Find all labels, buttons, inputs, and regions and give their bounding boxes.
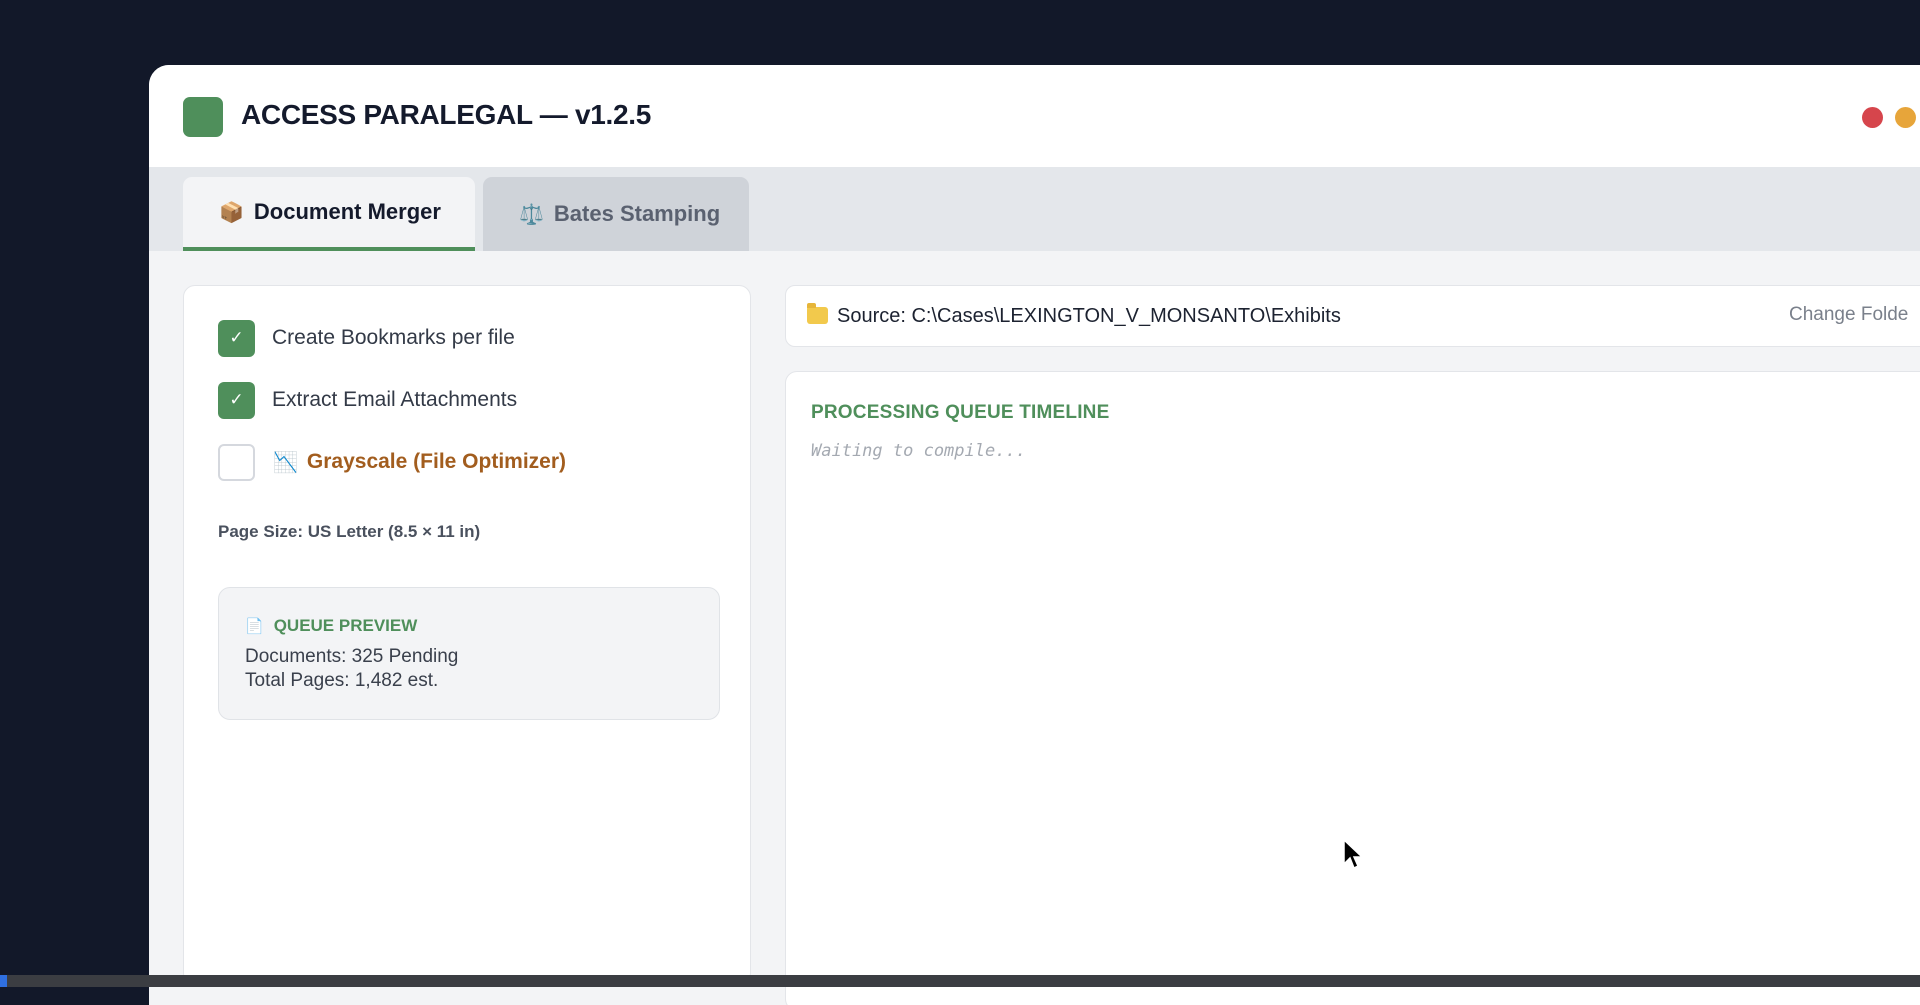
mouse-pointer-icon	[1343, 838, 1364, 870]
close-window-button[interactable]	[1862, 107, 1883, 128]
tab-document-merger[interactable]: 📦 Document Merger	[183, 177, 475, 251]
desktop-background: ACCESS PARALEGAL — v1.2.5 📦 Document Mer…	[0, 0, 1920, 1005]
option-label: Create Bookmarks per file	[272, 326, 515, 349]
source-folder-bar: Source: C:\Cases\LEXINGTON_V_MONSANTO\Ex…	[785, 285, 1920, 347]
taskbar	[0, 975, 1920, 987]
taskbar-start-indicator	[0, 975, 7, 987]
tab-label: Bates Stamping	[553, 201, 721, 226]
timeline-status: Waiting to compile...	[811, 441, 1026, 461]
queue-preview-header: 📄 QUEUE PREVIEW	[245, 616, 417, 636]
option-grayscale[interactable]: 📉 Grayscale (File Optimizer)	[218, 443, 567, 481]
queue-total-pages: Total Pages: 1,482 est.	[245, 670, 439, 691]
queue-preview-card: 📄 QUEUE PREVIEW Documents: 325 Pending T…	[218, 587, 720, 720]
package-icon: 📦	[219, 201, 244, 224]
options-panel: ✓ Create Bookmarks per file ✓ Extract Em…	[183, 285, 751, 985]
extract-attachments-checkbox[interactable]: ✓	[218, 381, 255, 419]
app-logo	[183, 97, 223, 137]
timeline-title: PROCESSING QUEUE TIMELINE	[811, 402, 1110, 423]
option-label: Grayscale (File Optimizer)	[306, 450, 567, 473]
grayscale-checkbox[interactable]	[218, 443, 255, 481]
change-folder-button[interactable]: Change Folde	[1789, 304, 1908, 326]
minimize-window-button[interactable]	[1895, 107, 1916, 128]
scales-icon: ⚖️	[519, 203, 544, 226]
title-bar: ACCESS PARALEGAL — v1.2.5	[149, 65, 1920, 167]
create-bookmarks-checkbox[interactable]: ✓	[218, 319, 255, 357]
app-window: ACCESS PARALEGAL — v1.2.5 📦 Document Mer…	[149, 65, 1920, 1005]
tab-bates-stamping[interactable]: ⚖️ Bates Stamping	[483, 177, 749, 251]
app-title: ACCESS PARALEGAL — v1.2.5	[241, 99, 652, 130]
main-content: ✓ Create Bookmarks per file ✓ Extract Em…	[149, 251, 1920, 1005]
folder-icon	[807, 303, 828, 324]
option-extract-attachments[interactable]: ✓ Extract Email Attachments	[218, 381, 518, 419]
option-label: Extract Email Attachments	[272, 388, 518, 411]
source-path: Source: C:\Cases\LEXINGTON_V_MONSANTO\Ex…	[837, 305, 1341, 327]
tab-strip: 📦 Document Merger ⚖️ Bates Stamping	[149, 167, 1920, 251]
option-create-bookmarks[interactable]: ✓ Create Bookmarks per file	[218, 319, 515, 357]
processing-timeline-panel: PROCESSING QUEUE TIMELINE Waiting to com…	[785, 371, 1920, 1005]
chart-decreasing-icon: 📉	[273, 451, 298, 474]
queue-preview-title: QUEUE PREVIEW	[273, 616, 418, 635]
page-size-label: Page Size: US Letter (8.5 × 11 in)	[218, 522, 481, 541]
tab-label: Document Merger	[253, 199, 441, 224]
queue-documents-count: Documents: 325 Pending	[245, 646, 459, 667]
document-icon: 📄	[245, 618, 264, 635]
